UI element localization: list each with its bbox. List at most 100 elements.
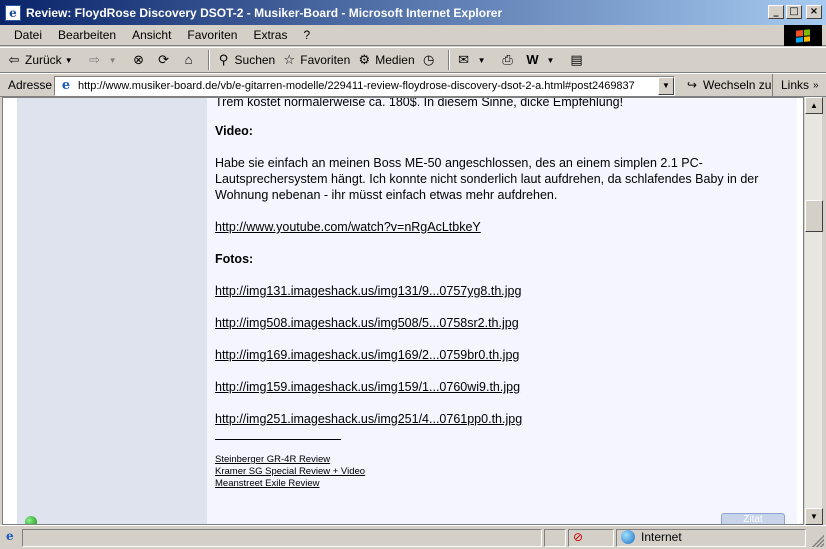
history-icon: ◷ — [422, 52, 435, 67]
menu-help[interactable]: ? — [303, 28, 310, 42]
resize-grip[interactable] — [812, 535, 824, 547]
home-button[interactable]: ⌂ — [181, 49, 200, 71]
standard-toolbar: ⇦ Zurück ▼ ⇨ ▼ ⊗ ⟳ ⌂ ⚲ Suchen ☆ Favorite… — [0, 47, 826, 73]
back-label: Zurück — [25, 53, 62, 67]
discuss-button[interactable]: ▤ — [568, 49, 587, 71]
status-privacy-panel: ⊘ — [568, 529, 614, 547]
address-label: Adresse — [8, 78, 53, 92]
scroll-thumb[interactable] — [805, 200, 823, 232]
privacy-icon[interactable]: ⊘ — [573, 530, 583, 544]
links-button[interactable]: Links » — [772, 74, 819, 96]
links-label: Links — [781, 78, 810, 92]
photo-link[interactable]: http://img508.imageshack.us/img508/5...0… — [215, 316, 519, 330]
window-title: Review: FloydRose Discovery DSOT-2 - Mus… — [26, 5, 503, 20]
status-bar: e ⊘ Internet — [0, 525, 826, 549]
windows-logo — [784, 25, 822, 46]
forward-arrow-icon: ⇨ — [89, 52, 101, 67]
photo-link[interactable]: http://img131.imageshack.us/img131/9...0… — [215, 284, 521, 298]
toolbar-separator — [207, 50, 210, 70]
refresh-button[interactable]: ⟳ — [156, 49, 175, 71]
vertical-scrollbar[interactable]: ▲ ▼ — [804, 97, 823, 525]
photo-link[interactable]: http://img159.imageshack.us/img159/1...0… — [215, 380, 520, 394]
photo-link[interactable]: http://img251.imageshack.us/img251/4...0… — [215, 412, 522, 426]
toolbar-separator — [447, 50, 450, 70]
mail-icon: ✉ — [458, 52, 470, 67]
zone-label: Internet — [641, 530, 682, 544]
address-bar: Adresse e http://www.musiker-board.de/vb… — [0, 73, 826, 97]
ie-icon: e — [5, 4, 21, 21]
status-page-icon: e — [6, 529, 14, 543]
menu-favoriten[interactable]: Favoriten — [187, 28, 237, 42]
menu-extras[interactable]: Extras — [253, 28, 287, 42]
back-dropdown-icon[interactable]: ▼ — [65, 56, 73, 65]
stop-button[interactable]: ⊗ — [131, 49, 150, 71]
forward-dropdown-icon[interactable]: ▼ — [109, 56, 117, 65]
photos-heading: Fotos: — [215, 252, 254, 266]
printer-icon: ⎙ — [502, 52, 513, 67]
menu-datei[interactable]: Datei — [14, 28, 42, 42]
status-zone-panel: Internet — [616, 529, 806, 547]
media-icon: ⚙ — [358, 52, 371, 67]
page-viewport: Trem kostet normalerweise ca. 180$. In d… — [2, 97, 804, 525]
signature-link[interactable]: Meanstreet Exile Review — [215, 478, 785, 490]
menu-ansicht[interactable]: Ansicht — [132, 28, 171, 42]
media-label: Medien — [375, 53, 415, 67]
minimize-button[interactable]: _ — [768, 5, 784, 19]
address-url[interactable]: http://www.musiker-board.de/vb/e-gitarre… — [78, 80, 635, 92]
search-label: Suchen — [234, 53, 276, 67]
go-arrow-icon: ↪ — [686, 78, 698, 92]
window-controls: _ □ × — [766, 5, 822, 19]
document-icon: ▤ — [570, 52, 583, 67]
zone-info: Internet — [617, 530, 805, 544]
menu-bar: Datei Bearbeiten Ansicht Favoriten Extra… — [0, 25, 826, 46]
search-icon: ⚲ — [218, 52, 229, 67]
mail-dropdown-icon[interactable]: ▼ — [478, 56, 486, 65]
chevron-double-right-icon: » — [813, 79, 819, 91]
status-text-panel — [22, 529, 542, 547]
video-heading: Video: — [215, 124, 253, 138]
globe-icon — [621, 530, 635, 544]
word-edit-icon: W — [526, 52, 539, 67]
history-button[interactable]: ◷ — [421, 49, 440, 71]
print-button[interactable]: ⎙ — [500, 49, 519, 71]
video-text: Habe sie einfach an meinen Boss ME-50 an… — [215, 156, 759, 202]
maximize-button[interactable]: □ — [786, 5, 802, 19]
video-link[interactable]: http://www.youtube.com/watch?v=nRgAcLtbk… — [215, 220, 481, 234]
media-button[interactable]: ⚙ Medien — [356, 49, 414, 71]
scroll-up-button[interactable]: ▲ — [805, 97, 823, 114]
go-label: Wechseln zu — [703, 78, 772, 92]
edit-button[interactable]: W ▼ — [525, 49, 563, 71]
refresh-icon: ⟳ — [158, 52, 169, 67]
mail-button[interactable]: ✉ ▼ — [456, 49, 494, 71]
back-button[interactable]: ⇦ Zurück ▼ — [6, 49, 81, 71]
favorites-label: Favoriten — [300, 53, 351, 67]
scroll-down-button[interactable]: ▼ — [805, 508, 823, 525]
post-body: Trem kostet normalerweise ca. 180$. In d… — [207, 97, 797, 524]
address-dropdown-icon[interactable]: ▼ — [658, 77, 674, 95]
post-sidebar — [17, 98, 207, 524]
favorites-button[interactable]: ☆ Favoriten — [281, 49, 350, 71]
address-input[interactable]: e http://www.musiker-board.de/vb/e-gitar… — [54, 76, 675, 96]
signature: Steinberger GR-4R Review Kramer SG Speci… — [215, 454, 785, 490]
windows-flag-icon — [796, 28, 810, 43]
favorites-star-icon: ☆ — [283, 52, 296, 67]
page-icon: e — [61, 78, 71, 93]
close-button[interactable]: × — [806, 5, 822, 19]
forward-button[interactable]: ⇨ ▼ — [87, 49, 125, 71]
signature-link[interactable]: Kramer SG Special Review + Video — [215, 466, 785, 478]
search-button[interactable]: ⚲ Suchen — [216, 49, 276, 71]
signature-link[interactable]: Steinberger GR-4R Review — [215, 454, 785, 466]
edit-dropdown-icon[interactable]: ▼ — [547, 56, 555, 65]
status-panel — [544, 529, 566, 547]
title-bar: e Review: FloydRose Discovery DSOT-2 - M… — [0, 0, 826, 25]
go-button[interactable]: ↪ Wechseln zu — [684, 77, 772, 93]
menu-bearbeiten[interactable]: Bearbeiten — [58, 28, 116, 42]
stop-icon: ⊗ — [133, 52, 144, 67]
post-content: Trem kostet normalerweise ca. 180$. In d… — [215, 97, 785, 490]
post-top-line: Trem kostet normalerweise ca. 180$. In d… — [215, 97, 624, 109]
photo-link[interactable]: http://img169.imageshack.us/img169/2...0… — [215, 348, 519, 362]
online-status-icon — [25, 516, 37, 524]
back-arrow-icon: ⇦ — [8, 52, 20, 67]
home-icon: ⌂ — [184, 52, 193, 67]
quote-button[interactable]: Zitat — [721, 513, 785, 524]
